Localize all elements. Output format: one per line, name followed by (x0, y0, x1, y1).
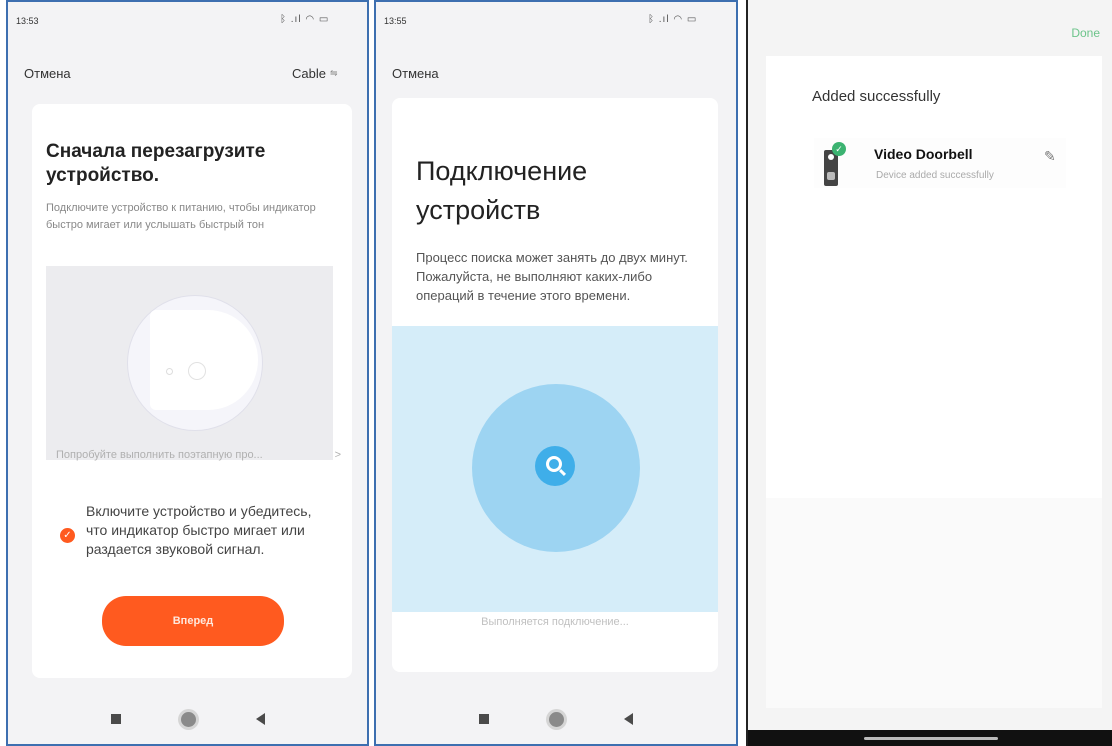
description: Подключите устройство к питанию, чтобы и… (46, 202, 316, 231)
mode-switch-button[interactable]: Cable ⇋ (292, 66, 338, 81)
status-time: 13:55 (384, 16, 407, 26)
done-button[interactable]: Done (1071, 26, 1100, 40)
device-status: Device added successfully (876, 170, 994, 181)
section-title: Added successfully (812, 88, 941, 105)
next-button[interactable]: Вперед (102, 596, 284, 646)
connecting-card: Подключение устройств Процесс поиска мож… (392, 98, 718, 672)
gesture-bar (748, 730, 1112, 746)
page-title: Подключение устройств (416, 156, 588, 225)
alt-mode-link[interactable]: Попробуйте выполнить поэтапную про... > (56, 449, 341, 461)
pencil-icon[interactable]: ✎ (1044, 148, 1056, 165)
home-icon[interactable] (549, 711, 564, 727)
device-row[interactable]: ✓ Video Doorbell Device added successful… (814, 138, 1066, 188)
screen-added-success: Done Added successfully ✓ Video Doorbell… (746, 0, 1112, 746)
checkbox-checked-icon[interactable]: ✓ (60, 528, 75, 543)
recents-icon[interactable] (479, 714, 489, 724)
search-icon (535, 446, 575, 486)
alt-mode-link-label: Попробуйте выполнить поэтапную про... (56, 449, 263, 461)
screen-reset-device: 13:53 ᛒ .ıl ◠ ▭ Отмена Cable ⇋ Сначала п… (6, 0, 369, 746)
connecting-status: Выполняется подключение... (481, 616, 629, 628)
chevron-right-icon: > (334, 449, 341, 461)
lower-area (766, 498, 1102, 708)
led-indicator (166, 368, 173, 375)
cancel-button[interactable]: Отмена (392, 66, 439, 81)
success-card: Added successfully ✓ Video Doorbell Devi… (766, 56, 1102, 252)
success-check-icon: ✓ (832, 142, 846, 156)
status-icons: ᛒ .ıl ◠ ▭ (648, 14, 698, 25)
recents-icon[interactable] (110, 714, 121, 724)
status-time: 13:53 (16, 16, 39, 26)
mode-switch-label: Cable (292, 66, 326, 81)
home-icon[interactable] (180, 711, 196, 727)
switch-icon: ⇋ (329, 68, 338, 78)
device-shape (150, 310, 258, 410)
screen-connecting: 13:55 ᛒ .ıl ◠ ▭ Отмена Подключение устро… (374, 0, 738, 746)
back-icon[interactable] (255, 713, 265, 725)
system-nav-bar (8, 694, 367, 744)
device-illustration (46, 266, 333, 460)
home-indicator[interactable] (864, 737, 998, 740)
cancel-button[interactable]: Отмена (24, 66, 71, 81)
page-title: Сначала перезагрузите устройство. (46, 141, 266, 186)
checkbox-label: Включите устройство и убедитесь, что инд… (86, 503, 312, 557)
description: Процесс поиска может занять до двух мину… (416, 250, 688, 303)
button-shape (188, 362, 206, 380)
search-animation-area (392, 326, 718, 612)
back-icon[interactable] (624, 713, 633, 725)
empty-area (766, 252, 1102, 498)
status-icons: ᛒ .ıl ◠ ▭ (280, 14, 330, 25)
instruction-card: Сначала перезагрузите устройство. Подклю… (32, 104, 352, 678)
device-name: Video Doorbell (874, 146, 973, 162)
system-nav-bar (376, 694, 736, 744)
